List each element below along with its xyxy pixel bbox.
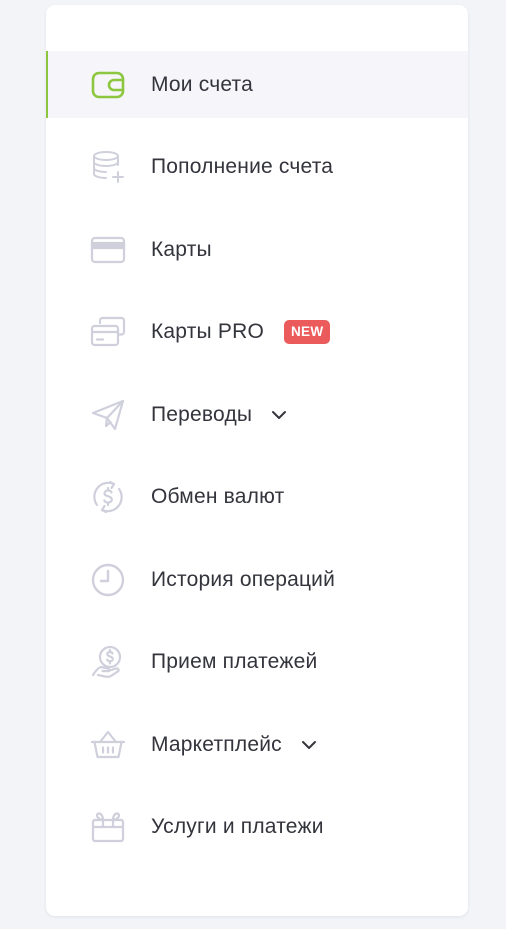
menu-item-history[interactable]: История операций [46,546,468,613]
menu-item-services-payments[interactable]: Услуги и платежи [46,794,468,861]
menu-item-transfers[interactable]: Переводы [46,381,468,448]
wallet-icon [90,67,126,103]
menu-item-label: Прием платежей [151,650,318,673]
menu-item-label: Мои счета [151,72,254,96]
menu-item-label: Карты PRO [151,320,264,343]
menu-item-top-up[interactable]: Пополнение счета [46,134,468,201]
credit-card-icon [90,232,126,268]
new-badge: NEW [283,320,331,344]
menu-item-label: История операций [151,567,336,591]
basket-icon [90,727,126,763]
hand-coin-icon [90,644,126,680]
chevron-down-icon[interactable] [270,406,288,424]
menu-item-marketplace[interactable]: Маркетплейс [46,711,468,778]
menu-item-label: Обмен валют [151,485,285,508]
menu-item-cards[interactable]: Карты [46,216,468,283]
menu-item-label: Маркетплейс [151,732,282,756]
menu-item-cards-pro[interactable]: Карты PRO NEW [46,299,468,366]
sidebar-menu: Мои счета Пополнение счета Карты Карты P… [46,5,468,916]
database-plus-icon [90,149,126,185]
menu-item-label: Услуги и платежи [151,815,324,838]
cards-stack-icon [90,314,126,350]
menu-item-label: Пополнение счета [151,155,334,178]
paper-plane-icon [90,397,126,433]
clock-icon [90,562,126,598]
menu-item-currency-exchange[interactable]: Обмен валют [46,464,468,531]
menu-item-label: Переводы [151,402,253,426]
menu-item-accept-payments[interactable]: Прием платежей [46,629,468,696]
gift-box-icon [90,809,126,845]
chevron-down-icon[interactable] [300,736,318,754]
currency-exchange-icon [90,479,126,515]
menu-item-label: Карты [151,237,212,261]
menu-item-my-accounts[interactable]: Мои счета [46,51,468,118]
